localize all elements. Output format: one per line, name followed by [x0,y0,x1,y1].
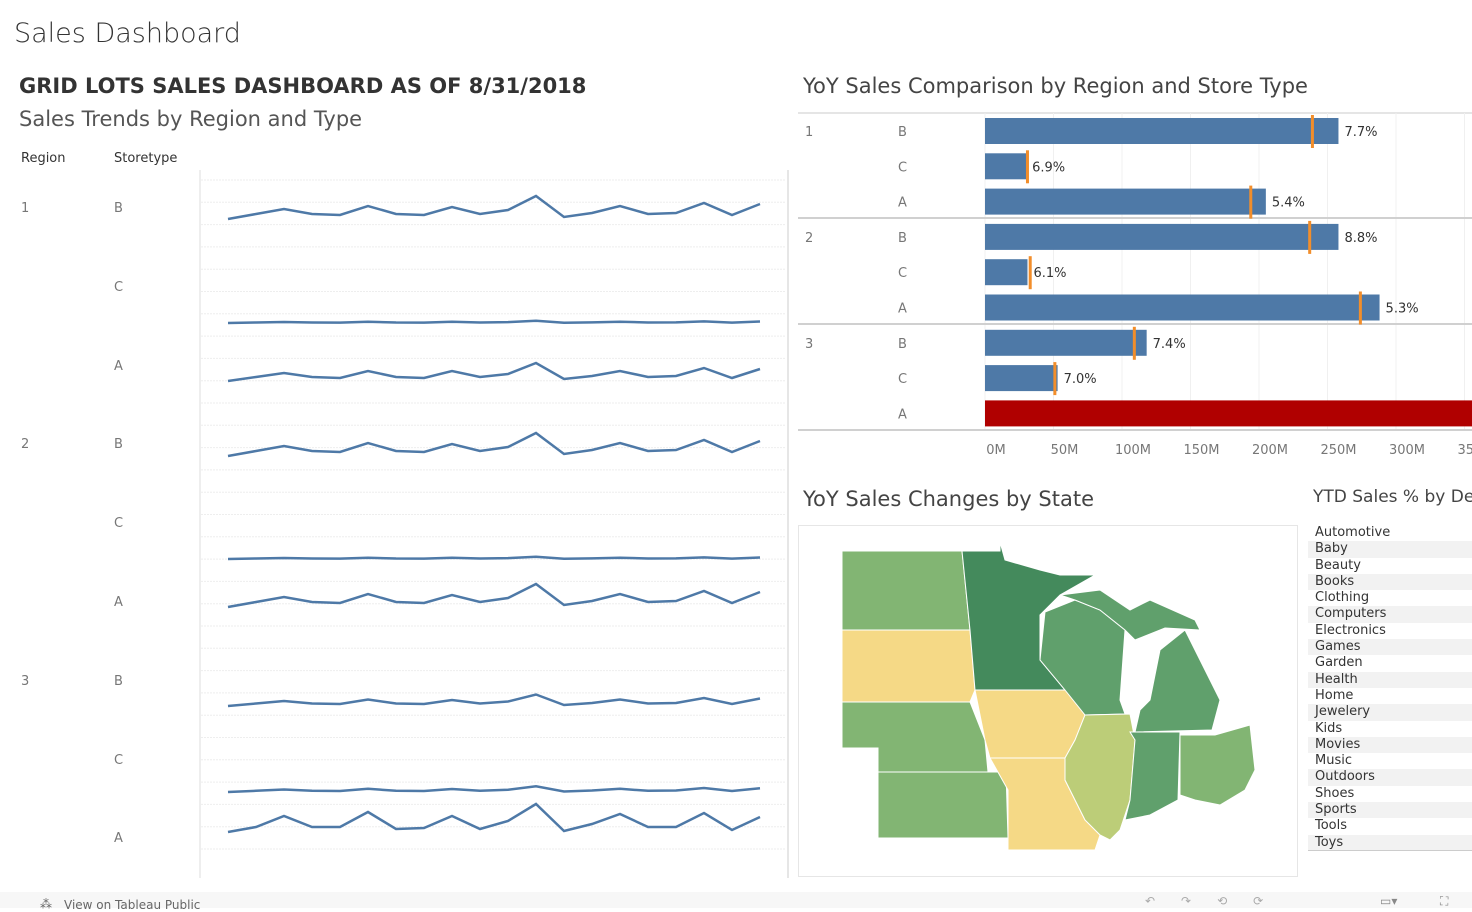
target-marker [1358,291,1362,325]
state-NE [841,701,989,773]
department-item: Tools [1315,818,1348,834]
state-SD [841,629,976,703]
state-IA [974,689,1086,759]
x-tick-label: 300M [1389,443,1425,458]
data-label: 5.3% [1386,302,1419,317]
x-tick-label: 250M [1320,443,1356,458]
x-tick-label: 350M [1457,443,1472,458]
department-item: Electronics [1315,622,1386,638]
undo-redo-icons[interactable]: ↶↷⟲⟳ [1145,894,1289,908]
department-item: Beauty [1315,557,1361,573]
device-icon[interactable]: ▭▾ [1380,894,1397,908]
target-marker [1308,220,1312,254]
data-label: 7.7% [1344,125,1377,140]
state-KS [877,771,1009,839]
ytd-title: YTD Sales % by Dep [1313,487,1472,507]
department-item: Movies [1308,736,1472,754]
department-item: Home [1315,687,1354,703]
department-item: Jewelery [1308,704,1472,721]
department-item: Health [1308,671,1472,688]
toolbar: ⁂ View on Tableau Public ↶↷⟲⟳ ▭▾ ⛶ [0,892,1472,912]
view-on-tableau-link[interactable]: View on Tableau Public [64,898,200,912]
state-map[interactable] [0,0,1300,880]
state-ND [841,550,971,631]
department-list: Automotive Baby Beauty Books Clothing Compute… [1308,525,1472,851]
department-item: Clothing [1315,590,1370,606]
department-item: Books [1308,573,1472,591]
department-item: Automotive [1315,525,1391,540]
fullscreen-icon[interactable]: ⛶ [1440,894,1448,909]
state-MI [1134,629,1221,733]
department-item: Garden [1315,655,1363,671]
tableau-icon: ⁂ [40,897,52,911]
department-item: Games [1308,639,1472,656]
department-item: Music [1315,753,1352,769]
state-OH [1179,724,1256,806]
department-item: Outdoors [1308,769,1472,786]
target-marker [1310,115,1314,148]
department-item: Toys [1308,834,1472,851]
department-item: Kids [1315,720,1343,736]
department-item: Sports [1308,802,1472,819]
department-item: Computers [1308,606,1472,623]
data-label: 8.8% [1344,231,1377,246]
department-item: Baby [1308,541,1472,558]
department-item: Shoes [1315,785,1355,801]
